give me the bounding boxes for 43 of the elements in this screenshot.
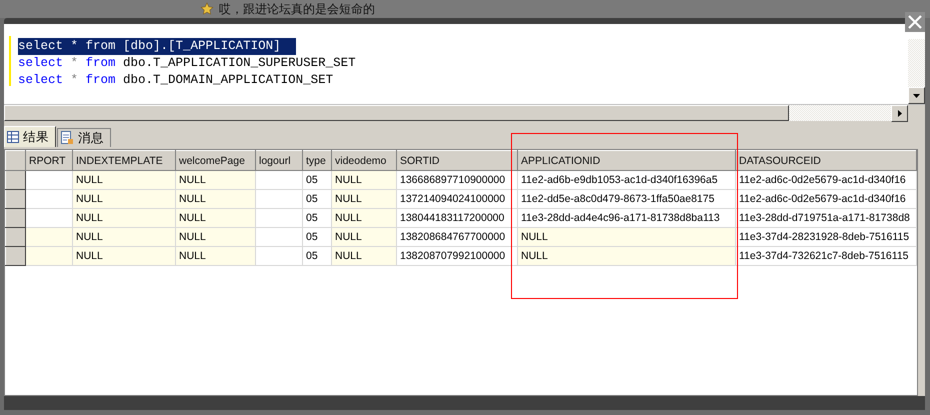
- table-cell: 136686897710900000: [396, 170, 518, 190]
- table-cell: 11e2-ad6b-e9db1053-ac1d-d340f16396a5: [518, 170, 736, 190]
- table-cell: NULL: [176, 208, 256, 228]
- result-tab[interactable]: 消息: [57, 128, 111, 147]
- table-cell: NULL: [518, 246, 736, 266]
- column-header[interactable]: SORTID: [396, 150, 518, 170]
- table-cell: 138044183117200000: [396, 208, 518, 228]
- column-header[interactable]: videodemo: [332, 150, 396, 170]
- column-header[interactable]: type: [302, 150, 332, 170]
- result-tab[interactable]: 结果: [4, 126, 56, 147]
- table-cell: 138208684767700000: [396, 228, 518, 246]
- table-cell: NULL: [176, 228, 256, 246]
- table-cell: NULL: [72, 228, 176, 246]
- table-cell: 11e2-ad6c-0d2e5679-ac1d-d340f16: [736, 190, 916, 208]
- table-cell: 138208707992100000: [396, 246, 518, 266]
- column-header[interactable]: logourl: [256, 150, 302, 170]
- table-cell: 11e3-28dd-d719751a-a171-81738d8: [736, 208, 916, 228]
- column-header[interactable]: welcomePage: [176, 150, 256, 170]
- table-cell: NULL: [72, 170, 176, 190]
- table-cell: NULL: [72, 190, 176, 208]
- background-caption: 哎，跟进论坛真的是会短命的: [219, 0, 375, 18]
- table-cell: 11e2-ad6c-0d2e5679-ac1d-d340f16: [736, 170, 916, 190]
- table-cell: NULL: [332, 170, 396, 190]
- table-cell: NULL: [332, 246, 396, 266]
- column-header[interactable]: DATASOURCEID: [736, 150, 916, 170]
- table-cell: NULL: [176, 246, 256, 266]
- table-cell: 137214094024100000: [396, 190, 518, 208]
- table-cell: NULL: [72, 208, 176, 228]
- column-header[interactable]: APPLICATIONID: [518, 150, 736, 170]
- column-header[interactable]: RPORT: [26, 150, 72, 170]
- table-cell: 11e3-37d4-28231928-8deb-7516115: [736, 228, 916, 246]
- table-cell: 11e2-dd5e-a8c0d479-8673-1ffa50ae8175: [518, 190, 736, 208]
- table-cell: NULL: [332, 190, 396, 208]
- code-line: select * from dbo.T_DOMAIN_APPLICATION_SET: [18, 72, 334, 89]
- table-cell: NULL: [332, 228, 396, 246]
- table-cell: NULL: [176, 170, 256, 190]
- table-cell: NULL: [332, 208, 396, 228]
- table-cell: NULL: [176, 190, 256, 208]
- table-cell: NULL: [518, 228, 736, 246]
- table-cell: 11e3-37d4-732621c7-8deb-7516115: [736, 246, 916, 266]
- table-cell: NULL: [72, 246, 176, 266]
- code-line: select * from dbo.T_APPLICATION_SUPERUSER_SET: [18, 55, 357, 72]
- column-header[interactable]: INDEXTEMPLATE: [72, 150, 176, 170]
